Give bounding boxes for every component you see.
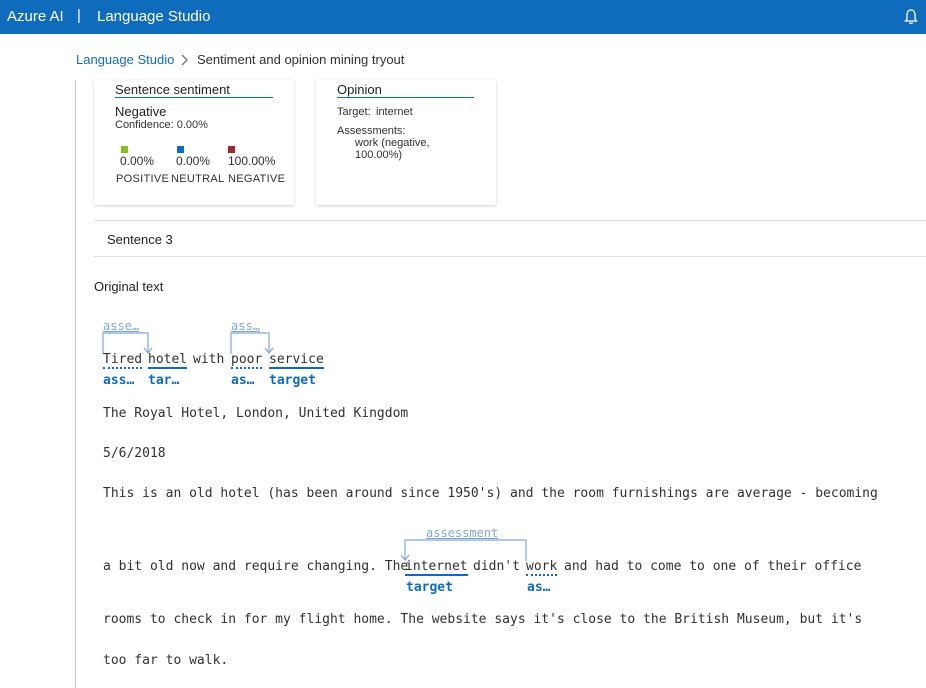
plain-word: with [193,352,225,367]
target-word-internet[interactable]: internet [405,559,468,576]
relation-arcs [102,332,527,561]
text-line: rooms to check in for my flight home. Th… [103,612,863,627]
text-line: too far to walk. [103,653,229,668]
text-line-segment: and had to come to one of their office [564,559,862,574]
target-tag: tar… [148,373,180,388]
assessment-word-tired[interactable]: Tired [103,352,143,369]
assessment-word-work[interactable]: work [526,559,558,576]
arc-label-assessment[interactable]: ass… [231,319,260,333]
text-line: 5/6/2018 [103,446,166,461]
target-tag: target [269,373,316,388]
text-line-segment: a bit old now and require changing. The [103,559,409,574]
arc-label-assessment[interactable]: asse… [103,319,139,333]
arc-label-assessment[interactable]: assessment [426,526,498,540]
target-word-hotel[interactable]: hotel [148,352,188,369]
assessment-tag: as… [527,580,551,595]
text-line-segment: didn't [473,559,520,574]
assessment-tag: ass… [103,373,135,388]
text-line: This is an old hotel (has been around si… [103,486,878,501]
assessment-word-poor[interactable]: poor [231,352,263,369]
target-word-service[interactable]: service [269,352,324,369]
target-tag: target [406,580,453,595]
assessment-tag: as… [231,373,255,388]
text-line: The Royal Hotel, London, United Kingdom [103,406,409,421]
